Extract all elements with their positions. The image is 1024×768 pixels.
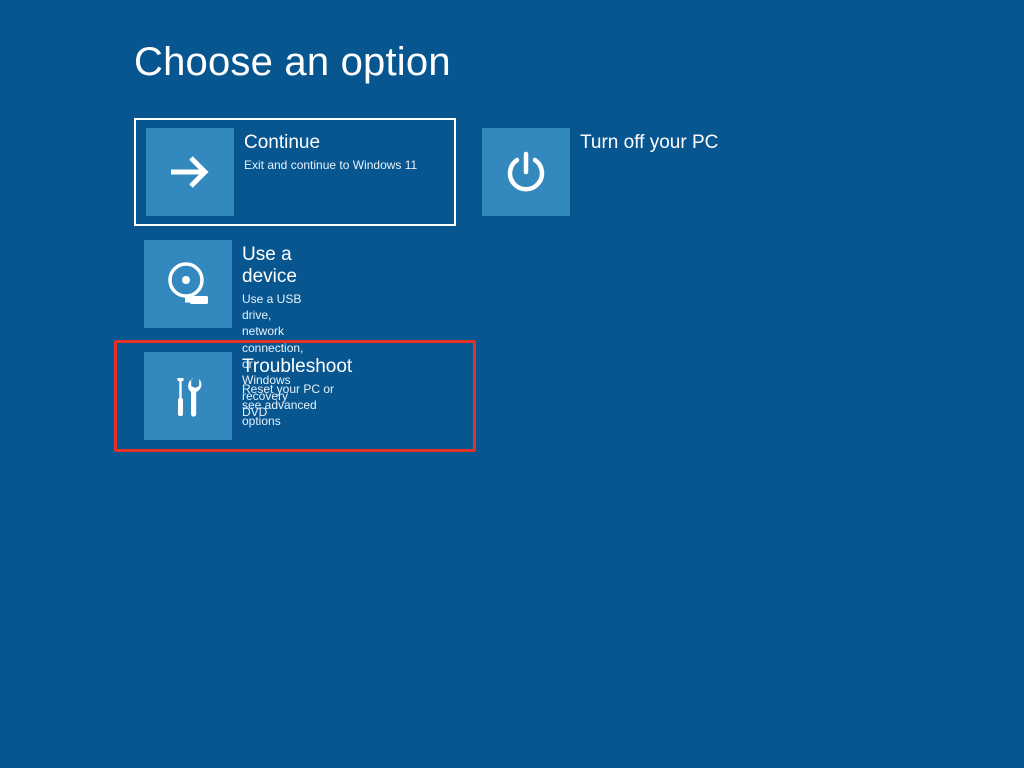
option-continue-desc: Exit and continue to Windows 11 <box>244 157 417 173</box>
option-continue[interactable]: Continue Exit and continue to Windows 11 <box>134 118 456 226</box>
tools-icon <box>144 352 232 440</box>
option-troubleshoot[interactable]: Troubleshoot Reset your PC or see advanc… <box>144 352 352 440</box>
option-poweroff-title: Turn off your PC <box>580 132 718 154</box>
arrow-right-icon <box>146 128 234 216</box>
option-troubleshoot-desc: Reset your PC or see advanced options <box>242 381 352 430</box>
disc-usb-icon <box>144 240 232 328</box>
power-icon <box>482 128 570 216</box>
option-device-title: Use a device <box>242 244 303 288</box>
option-poweroff[interactable]: Turn off your PC <box>482 128 718 216</box>
page-title: Choose an option <box>134 40 451 85</box>
option-continue-title: Continue <box>244 132 417 154</box>
option-troubleshoot-title: Troubleshoot <box>242 356 352 378</box>
